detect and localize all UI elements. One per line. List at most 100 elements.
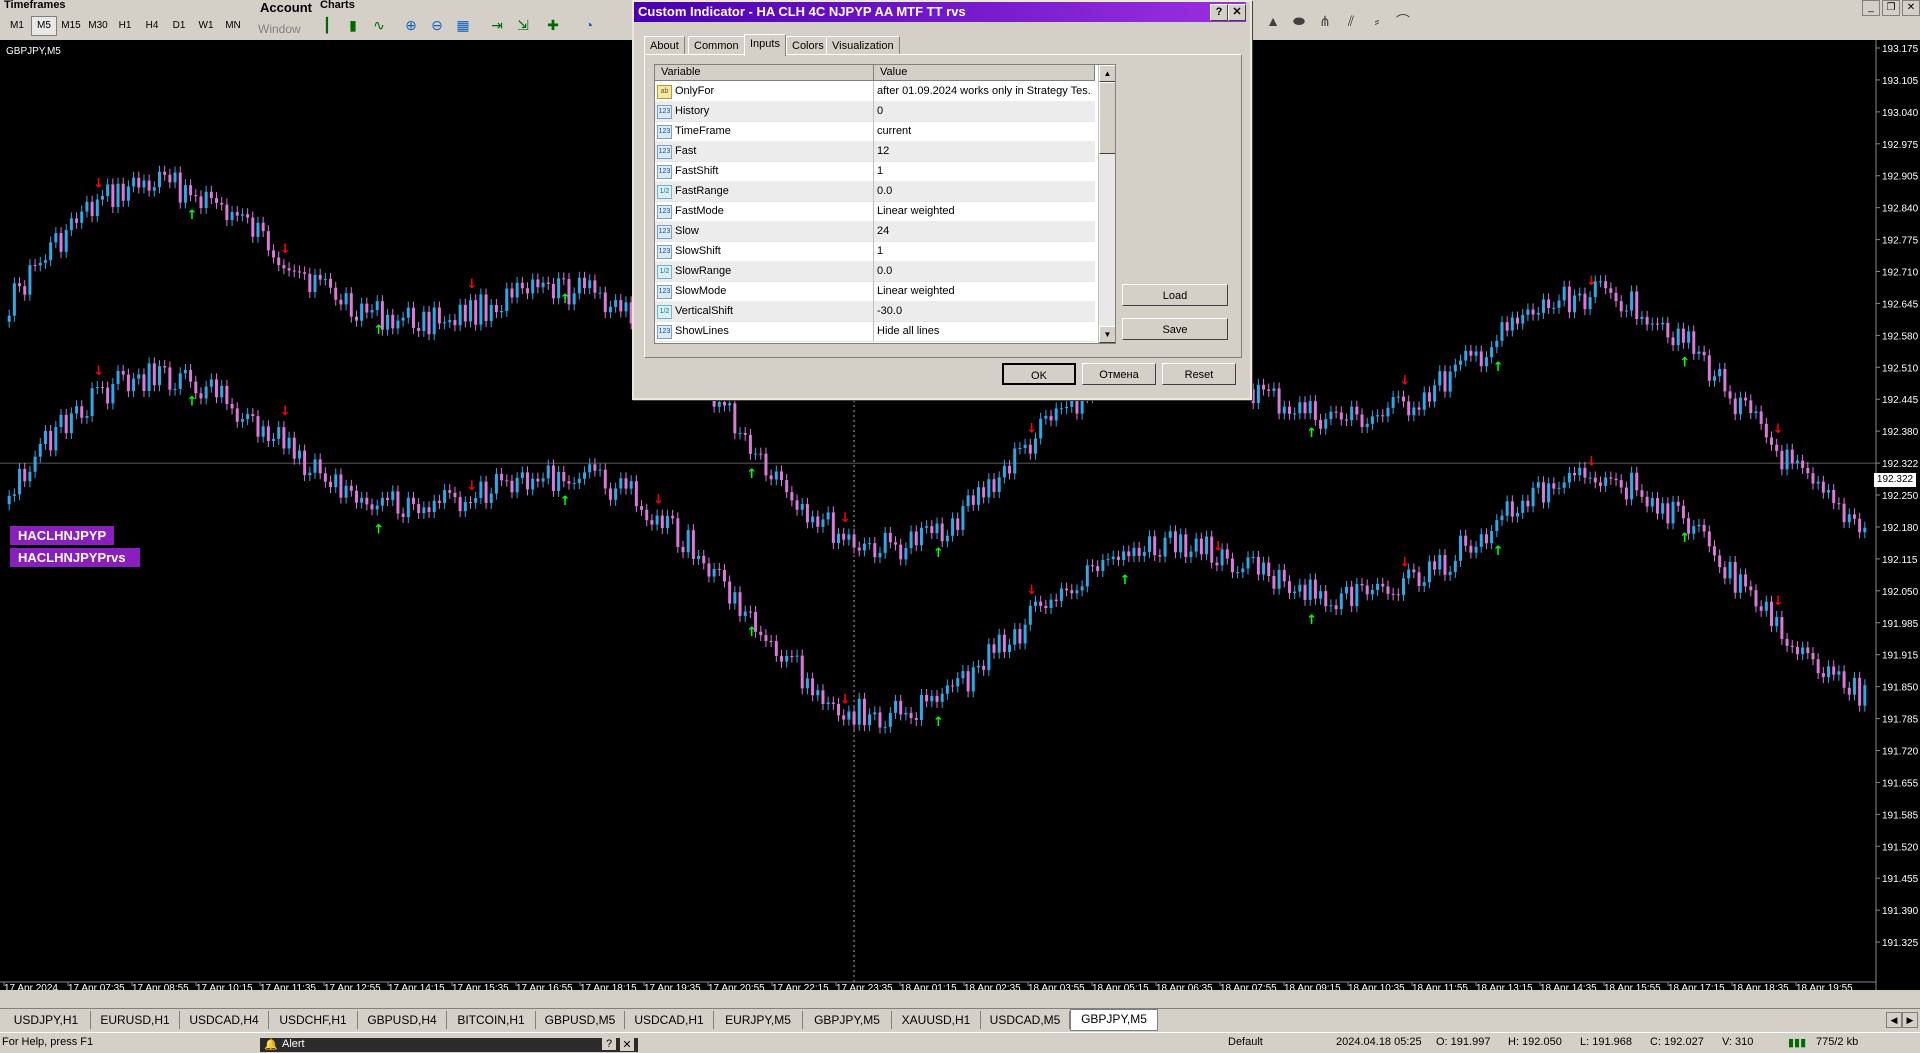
zoom-in-icon[interactable]: ⊕ (400, 14, 422, 36)
symbol-tab[interactable]: XAUUSD,H1 (892, 1011, 981, 1029)
candle-body (1319, 591, 1323, 599)
symbol-tab[interactable]: BITCOIN,H1 (447, 1011, 536, 1029)
gann-fan-icon[interactable]: ⫽ (1340, 10, 1362, 32)
candle-body (1795, 647, 1799, 655)
scroll-down-icon[interactable]: ▼ (1099, 326, 1115, 343)
alert-window[interactable]: 🔔 Alert ? ✕ (260, 1038, 638, 1052)
value-column-header[interactable]: Value (874, 65, 1095, 80)
symbol-tab[interactable]: USDCHF,H1 (269, 1011, 358, 1029)
pitchfork-icon[interactable]: ⋔ (1314, 10, 1336, 32)
scroll-up-icon[interactable]: ▲ (1099, 65, 1115, 82)
input-row[interactable]: 1/2 SlowRange 0.0 (655, 261, 1095, 282)
alert-help-icon[interactable]: ? (602, 1038, 616, 1050)
reset-button[interactable]: Reset (1162, 363, 1236, 385)
input-value[interactable]: 0.0 (877, 261, 1092, 281)
variable-column-header[interactable]: Variable (655, 65, 874, 80)
input-value[interactable]: 0.0 (877, 181, 1092, 201)
triangle-icon[interactable]: ▲ (1262, 10, 1284, 32)
price-tick-label: 191.785 (1882, 715, 1919, 726)
timeframes-toolbar: Timeframes M1 M5 M15 M30 H1 H4 D1 W1 MN (0, 0, 254, 40)
bar-chart-icon[interactable]: ┃ (316, 14, 338, 36)
symbol-tab[interactable]: USDJPY,H1 (2, 1011, 91, 1029)
input-value[interactable]: -30.0 (877, 301, 1092, 321)
input-row[interactable]: ab OnlyFor after 01.09.2024 works only in … (655, 81, 1095, 102)
symbol-tab[interactable]: USDCAD,H1 (625, 1011, 714, 1029)
tab-visualization[interactable]: Visualization (826, 36, 900, 55)
timeframe-m30-button[interactable]: M30 (85, 16, 111, 36)
symbol-tab[interactable]: USDCAD,H4 (180, 1011, 269, 1029)
timeframe-d1-button[interactable]: D1 (166, 16, 192, 36)
fibo-fan-icon[interactable]: ⸗ (1366, 10, 1388, 32)
timeframe-m15-button[interactable]: M15 (58, 16, 84, 36)
zoom-out-icon[interactable]: ⊖ (426, 14, 448, 36)
chart-shift-icon[interactable]: ⇥ (486, 14, 508, 36)
tab-about[interactable]: About (644, 36, 685, 55)
symbol-tab[interactable]: GBPUSD,M5 (536, 1011, 625, 1029)
timeframe-m1-button[interactable]: M1 (4, 16, 30, 36)
timeframe-mn-button[interactable]: MN (220, 16, 246, 36)
account-window-label[interactable]: Window (258, 22, 301, 36)
indicators-icon[interactable]: ✚ (542, 14, 564, 36)
inputs-grid[interactable]: Variable Value ab OnlyFor after 01.09.2024… (654, 64, 1116, 344)
input-value[interactable]: 12 (877, 141, 1092, 161)
ok-button[interactable]: OK (1002, 363, 1076, 385)
fibo-arc-icon[interactable]: ⌒ (1392, 10, 1414, 32)
candle-body (1578, 293, 1582, 296)
input-row[interactable]: 1/2 VerticalShift -30.0 (655, 301, 1095, 322)
input-value[interactable]: 24 (877, 221, 1092, 241)
input-row[interactable]: 123 SlowShift 1 (655, 241, 1095, 262)
input-value[interactable]: 0 (877, 101, 1092, 121)
periods-clock-icon[interactable]: ◔ (578, 14, 600, 36)
tile-windows-icon[interactable]: ▦ (452, 14, 474, 36)
input-row[interactable]: 123 ShowLines Hide all lines (655, 321, 1095, 342)
integer-type-icon: 123 (657, 225, 672, 239)
alert-close-icon[interactable]: ✕ (620, 1038, 634, 1051)
timeframe-m5-button[interactable]: M5 (31, 16, 57, 36)
symbol-tab[interactable]: EURJPY,M5 (714, 1011, 803, 1029)
candlestick-icon[interactable]: ▮ (342, 14, 364, 36)
minimize-icon[interactable]: _ (1862, 0, 1880, 16)
input-value[interactable]: 1 (877, 241, 1092, 261)
input-value[interactable]: Linear weighted (877, 201, 1092, 221)
symbol-tab[interactable]: GBPUSD,H4 (358, 1011, 447, 1029)
input-row[interactable]: 123 FastMode Linear weighted (655, 201, 1095, 222)
line-chart-icon[interactable]: ∿ (368, 14, 390, 36)
tab-common[interactable]: Common (688, 36, 745, 55)
input-value[interactable]: Hide all lines (877, 321, 1092, 341)
scroll-thumb[interactable] (1099, 82, 1115, 154)
input-row[interactable]: 123 Fast 12 (655, 141, 1095, 162)
dialog-close-button[interactable]: ✕ (1228, 4, 1246, 21)
tab-inputs[interactable]: Inputs (744, 34, 786, 56)
input-value[interactable]: 1 (877, 161, 1092, 181)
input-value[interactable]: Linear weighted (877, 281, 1092, 301)
tabs-scroll-right-icon[interactable]: ▶ (1902, 1012, 1918, 1028)
save-button[interactable]: Save (1122, 318, 1228, 340)
timeframe-w1-button[interactable]: W1 (193, 16, 219, 36)
symbol-tab[interactable]: GBPJPY,M5 (1070, 1009, 1158, 1031)
candle-body (790, 656, 794, 658)
load-button[interactable]: Load (1122, 284, 1228, 306)
grid-scrollbar[interactable]: ▲ ▼ (1098, 65, 1115, 343)
tabs-scroll-left-icon[interactable]: ◀ (1886, 1012, 1902, 1028)
input-row[interactable]: 123 History 0 (655, 101, 1095, 122)
candle-body (1852, 677, 1856, 695)
timeframe-h4-button[interactable]: H4 (139, 16, 165, 36)
help-button[interactable]: ? (1210, 4, 1228, 21)
input-row[interactable]: 123 Slow 24 (655, 221, 1095, 242)
tab-colors[interactable]: Colors (786, 36, 830, 55)
input-row[interactable]: 123 TimeFrame current (655, 121, 1095, 142)
close-icon[interactable]: ✕ (1902, 0, 1920, 16)
symbol-tab[interactable]: GBPJPY,M5 (803, 1011, 892, 1029)
symbol-tab[interactable]: USDCAD,M5 (981, 1011, 1070, 1029)
input-value[interactable]: after 01.09.2024 works only in Strategy … (877, 81, 1092, 101)
timeframe-h1-button[interactable]: H1 (112, 16, 138, 36)
cancel-button[interactable]: Отмена (1082, 363, 1156, 385)
ellipse-icon[interactable]: ⬬ (1288, 10, 1310, 32)
input-row[interactable]: 1/2 FastRange 0.0 (655, 181, 1095, 202)
restore-icon[interactable]: ❐ (1882, 0, 1900, 16)
symbol-tab[interactable]: EURUSD,H1 (91, 1011, 180, 1029)
input-row[interactable]: 123 SlowMode Linear weighted (655, 281, 1095, 302)
auto-scroll-icon[interactable]: ⇲ (512, 14, 534, 36)
input-value[interactable]: current (877, 121, 1092, 141)
input-row[interactable]: 123 FastShift 1 (655, 161, 1095, 182)
